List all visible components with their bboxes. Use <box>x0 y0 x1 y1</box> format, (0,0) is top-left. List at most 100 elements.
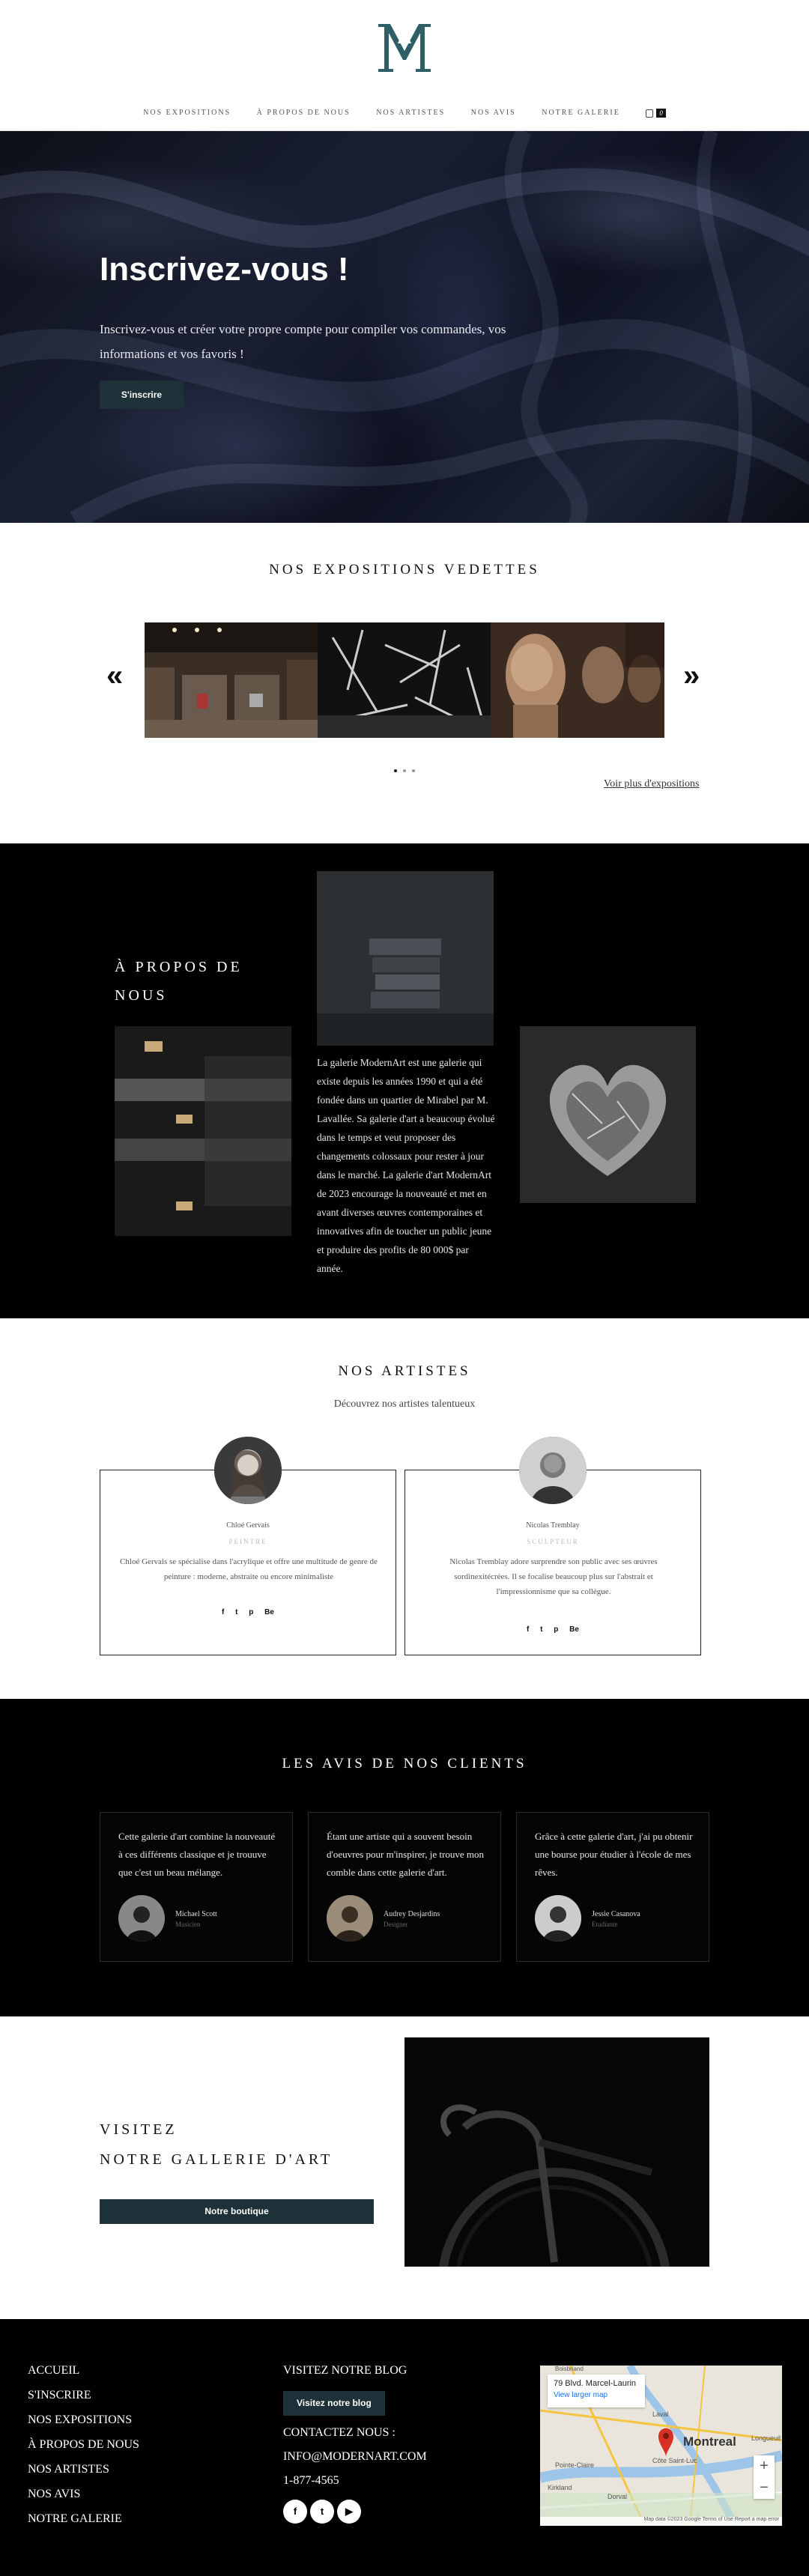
blog-title: VISITEZ NOTRE BLOG <box>283 2364 407 2377</box>
review-quote: Étant une artiste qui a souvent besoin d… <box>327 1831 484 1878</box>
carousel-next-arrow[interactable]: » <box>683 659 700 693</box>
exhibition-image-neon-installation[interactable] <box>318 622 491 738</box>
about-image-boxes <box>317 871 494 1046</box>
about-section: À PROPOS DE NOUS La galerie ModernArt es… <box>0 843 809 1318</box>
map-place-label: Boisbriand <box>555 2366 584 2372</box>
exhibitions-title: NOS EXPOSITIONS VEDETTES <box>269 562 540 578</box>
more-exhibitions-link[interactable]: Voir plus d'expositions <box>604 778 700 790</box>
site-footer: ACCUEIL S'INSCRIRE NOS EXPOSITIONS À PRO… <box>0 2319 809 2576</box>
review-quote: Grâce à cette galerie d'art, j'ai pu obt… <box>535 1831 693 1878</box>
cart-count: 0 <box>656 109 666 118</box>
reviewer-name: Audrey Desjardins <box>384 1910 440 1918</box>
about-title: À PROPOS DE NOUS <box>115 959 243 1004</box>
artists-title: NOS ARTISTES <box>338 1363 471 1379</box>
location-map[interactable]: 79 Blvd. Marcel-Laurin View larger map M… <box>540 2366 782 2526</box>
footer-link-gallery[interactable]: NOTRE GALERIE <box>28 2512 139 2526</box>
map-place-label: Laval <box>652 2410 669 2418</box>
carousel-prev-arrow[interactable]: « <box>106 659 123 693</box>
reviewer-role: Musicien <box>175 1921 201 1928</box>
about-image-composition <box>115 1026 291 1236</box>
review-card: Étant une artiste qui a souvent besoin d… <box>308 1812 501 1962</box>
footer-link-about[interactable]: À PROPOS DE NOUS <box>28 2438 139 2452</box>
pinterest-icon[interactable]: p <box>249 1608 253 1616</box>
contact-phone: 1-877-4565 <box>283 2474 339 2487</box>
twitter-icon[interactable]: t <box>235 1608 237 1616</box>
reviewer-role: Designer <box>384 1921 408 1928</box>
review-card: Grâce à cette galerie d'art, j'ai pu obt… <box>516 1812 709 1962</box>
contact-title: CONTACTEZ NOUS : <box>283 2426 396 2439</box>
artist-role: PEINTRE <box>228 1538 267 1545</box>
map-info-box: 79 Blvd. Marcel-Laurin View larger map <box>548 2375 645 2407</box>
blog-button[interactable]: Visitez notre blog <box>283 2391 385 2416</box>
artist-bio: Chloé Gervais se spécialise dans l'acryl… <box>120 1557 378 1581</box>
footer-links: ACCUEIL S'INSCRIRE NOS EXPOSITIONS À PRO… <box>28 2364 139 2537</box>
map-place-label: Longueuil <box>751 2434 781 2442</box>
artist-socials: f t p Be <box>405 1625 700 1634</box>
footer-link-reviews[interactable]: NOS AVIS <box>28 2488 139 2501</box>
carousel-dot[interactable] <box>412 769 415 772</box>
exhibition-carousel <box>145 622 664 738</box>
exhibition-image-museum-cases[interactable] <box>145 622 318 738</box>
site-header: NOS EXPOSITIONS À PROPOS DE NOUS NOS ART… <box>0 0 809 131</box>
contact-email[interactable]: INFO@MODERNART.COM <box>283 2450 427 2464</box>
zoom-out-icon[interactable]: − <box>754 2477 775 2499</box>
behance-icon[interactable]: Be <box>264 1608 274 1616</box>
carousel-dot[interactable] <box>403 769 406 772</box>
nav-reviews[interactable]: NOS AVIS <box>471 109 516 117</box>
review-quote: Cette galerie d'art combine la nouveauté… <box>118 1831 276 1878</box>
footer-contact: VISITEZ NOTRE BLOG Visitez notre blog CO… <box>283 2364 427 2524</box>
hero-title: Inscrivez-vous ! <box>100 251 349 288</box>
youtube-icon[interactable]: ▶ <box>337 2500 361 2524</box>
map-place-label: Pointe-Claire <box>555 2461 595 2469</box>
about-image-heart-sculpture <box>520 1026 696 1203</box>
avatar <box>535 1895 581 1942</box>
footer-link-home[interactable]: ACCUEIL <box>28 2364 139 2378</box>
review-card: Cette galerie d'art combine la nouveauté… <box>100 1812 293 1962</box>
reviewer-role: Etudiante <box>592 1921 618 1928</box>
footer-link-artists[interactable]: NOS ARTISTES <box>28 2463 139 2476</box>
nav-about[interactable]: À PROPOS DE NOUS <box>257 109 351 117</box>
facebook-icon[interactable]: f <box>283 2500 307 2524</box>
map-place-label: Kirkland <box>548 2484 572 2491</box>
facebook-icon[interactable]: f <box>527 1625 529 1634</box>
facebook-icon[interactable]: f <box>222 1608 224 1616</box>
exhibition-image-sculptures[interactable] <box>491 622 664 738</box>
reviewer-name: Jessie Casanova <box>592 1910 640 1918</box>
map-city-label: Montreal <box>683 2434 736 2449</box>
map-address: 79 Blvd. Marcel-Laurin <box>554 2379 637 2388</box>
artist-name: Chloé Gervais <box>226 1521 270 1530</box>
avatar <box>118 1895 165 1942</box>
hero-text: Inscrivez-vous et créer votre propre com… <box>100 322 506 361</box>
reviews-title: LES AVIS DE NOS CLIENTS <box>282 1756 527 1772</box>
behance-icon[interactable]: Be <box>569 1625 579 1634</box>
visit-image-bicycle <box>404 2037 709 2267</box>
artist-bio: Nicolas Tremblay adore surprendre son pu… <box>449 1557 658 1596</box>
cart-button[interactable]: 0 <box>646 109 666 118</box>
avatar <box>327 1895 373 1942</box>
carousel-dot[interactable] <box>394 769 397 772</box>
nav-expositions[interactable]: NOS EXPOSITIONS <box>143 109 231 117</box>
twitter-icon[interactable]: t <box>540 1625 542 1634</box>
ma-monogram-logo[interactable] <box>375 21 434 75</box>
map-zoom-controls[interactable]: + − <box>754 2455 775 2499</box>
footer-link-expositions[interactable]: NOS EXPOSITIONS <box>28 2413 139 2427</box>
shop-button[interactable]: Notre boutique <box>100 2199 374 2224</box>
map-larger-link[interactable]: View larger map <box>554 2391 639 2399</box>
main-nav: NOS EXPOSITIONS À PROPOS DE NOUS NOS ART… <box>0 109 809 118</box>
visit-title-line1: VISITEZ <box>100 2121 178 2138</box>
nav-gallery[interactable]: NOTRE GALERIE <box>542 109 620 117</box>
nav-artists[interactable]: NOS ARTISTES <box>376 109 445 117</box>
map-place-label: Côte Saint-Luc <box>652 2457 697 2464</box>
map-place-label: Dorval <box>607 2493 628 2500</box>
footer-link-signup[interactable]: S'INSCRIRE <box>28 2389 139 2402</box>
pinterest-icon[interactable]: p <box>554 1625 558 1634</box>
signup-button[interactable]: S'inscrire <box>100 381 184 409</box>
zoom-in-icon[interactable]: + <box>754 2455 775 2477</box>
carousel-dots <box>0 763 809 776</box>
artists-subtitle: Découvrez nos artistes talentueux <box>333 1398 476 1410</box>
avatar <box>214 1437 282 1504</box>
twitter-icon[interactable]: t <box>310 2500 334 2524</box>
shopping-bag-icon <box>646 109 654 118</box>
artist-role: SCULPTEUR <box>527 1538 579 1545</box>
footer-socials: f t ▶ <box>283 2500 427 2524</box>
